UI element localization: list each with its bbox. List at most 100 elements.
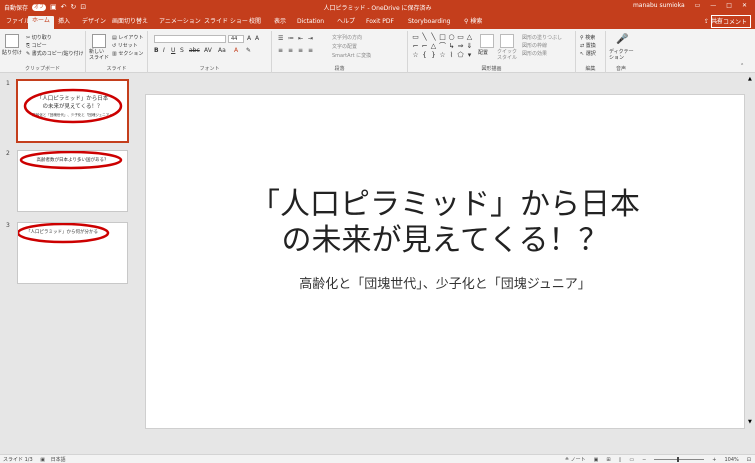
- tab-design[interactable]: デザイン: [78, 17, 110, 29]
- outdent-icon[interactable]: ⇥: [308, 35, 313, 42]
- numbering-icon[interactable]: ≔: [288, 35, 294, 42]
- tab-storyboarding[interactable]: Storyboarding: [404, 17, 454, 29]
- comment-button[interactable]: ▭ コメント: [711, 15, 751, 28]
- shadow-button[interactable]: S: [180, 47, 184, 54]
- slide-title[interactable]: 「人口ピラミッド」から日本 の未来が見えてくる！？: [146, 187, 744, 259]
- clipboard-group: 貼り付け ✂ 切り取り ⎘ コピー ✎ 書式のコピー/貼り付け クリップボード: [0, 31, 86, 73]
- align-right-icon[interactable]: ≡: [298, 47, 303, 54]
- slide-thumbnail-1[interactable]: 「人口ピラミッド」から日本 の未来が見えてくる！？ 高齢化と「団塊世代」、少子化…: [16, 79, 129, 143]
- clipboard-group-label: クリップボード: [24, 66, 60, 72]
- justify-icon[interactable]: ≡: [308, 47, 313, 54]
- tab-transitions[interactable]: 画面切り替え: [108, 17, 152, 29]
- tab-help[interactable]: ヘルプ: [333, 17, 359, 29]
- collapse-ribbon-icon[interactable]: ⌃: [740, 63, 744, 69]
- font-group-label: フォント: [199, 66, 220, 72]
- slide-number: 2: [6, 150, 10, 157]
- slide-subtitle[interactable]: 高齢化と「団塊世代」、少子化と「団塊ジュニア」: [146, 273, 744, 292]
- section-button[interactable]: ▥ セクション: [112, 50, 143, 57]
- scroll-down-icon[interactable]: ▼: [748, 419, 752, 425]
- select-button[interactable]: ↖ 選択: [580, 50, 596, 57]
- tab-search-label: 検索: [470, 18, 483, 25]
- tab-foxit[interactable]: Foxit PDF: [362, 17, 398, 29]
- zoom-in-icon[interactable]: +: [712, 457, 716, 463]
- new-slide-icon[interactable]: [92, 34, 106, 48]
- indent-icon[interactable]: ⇤: [298, 35, 303, 42]
- maximize-icon[interactable]: □: [726, 2, 732, 9]
- zoom-level[interactable]: 104%: [725, 457, 739, 463]
- font-group: 44 A A B I U S abc AV Aa A ✎ フォント: [148, 31, 272, 73]
- bullets-icon[interactable]: ☰: [278, 35, 283, 42]
- shape-effects-button[interactable]: 図形の効果: [522, 50, 547, 57]
- shapes-gallery[interactable]: ▭ ╲ ╲ □ ○ ▭ △ ⌐ ⌐ △ ⌒ ↳ ⇒ ⇓ ☆{} ☆ ⌇ ⬠ ▾: [411, 33, 474, 60]
- shape-outline-button[interactable]: 図形の枠線: [522, 42, 547, 49]
- tab-animations[interactable]: アニメーション: [155, 17, 205, 29]
- tab-home[interactable]: ホーム: [28, 16, 54, 29]
- font-size-box[interactable]: 44: [228, 35, 244, 43]
- align-text-button[interactable]: 文字の配置: [332, 43, 357, 50]
- shape-fill-button[interactable]: 図形の塗りつぶし: [522, 34, 562, 41]
- scroll-up-icon[interactable]: ▲: [748, 76, 752, 82]
- slide-thumbnail-2[interactable]: 高齢者数が日本より多い国がある？: [17, 150, 128, 212]
- strikethrough-button[interactable]: abc: [189, 47, 200, 54]
- zoom-slider[interactable]: [654, 457, 705, 462]
- replace-button[interactable]: ⇄ 置換: [580, 42, 596, 49]
- paste-icon[interactable]: [5, 34, 19, 48]
- find-button[interactable]: ⚲ 検索: [580, 34, 595, 41]
- slideshow-view-icon[interactable]: ▭: [629, 457, 634, 463]
- reset-button[interactable]: ↺ リセット: [112, 42, 138, 49]
- case-icon[interactable]: Aa: [218, 47, 226, 54]
- dictation-button[interactable]: ディクテー ション: [609, 49, 634, 61]
- reset-label: リセット: [117, 43, 138, 49]
- slide-canvas[interactable]: 「人口ピラミッド」から日本 の未来が見えてくる！？ 高齢化と「団塊世代」、少子化…: [145, 94, 745, 429]
- italic-button[interactable]: I: [163, 47, 165, 54]
- vertical-scrollbar[interactable]: ▲ ▼: [747, 74, 755, 454]
- grow-font-icon[interactable]: A: [247, 35, 251, 42]
- underline-button[interactable]: U: [171, 47, 175, 54]
- tab-search[interactable]: ⚲ 検索: [460, 17, 486, 29]
- microphone-icon[interactable]: 🎤: [616, 34, 628, 45]
- zoom-out-icon[interactable]: −: [642, 457, 646, 463]
- slide-thumbnail-3[interactable]: 「人口ピラミッド」から何が分かる: [17, 222, 128, 284]
- bold-button[interactable]: B: [154, 47, 159, 54]
- copy-button[interactable]: ⎘ コピー: [26, 42, 47, 49]
- arrange-icon[interactable]: [480, 34, 494, 48]
- font-color-icon[interactable]: A: [234, 47, 238, 54]
- fit-to-window-icon[interactable]: ⊡: [747, 457, 751, 463]
- ribbon-display-icon[interactable]: ▭: [695, 2, 701, 9]
- tab-dictation[interactable]: Dictation: [293, 17, 328, 29]
- sorter-view-icon[interactable]: ⊞: [606, 457, 610, 463]
- layout-button[interactable]: ▤ レイアウト: [112, 34, 143, 41]
- align-center-icon[interactable]: ≡: [288, 47, 293, 54]
- spacing-icon[interactable]: AV: [204, 47, 212, 54]
- quick-style-button[interactable]: クイック スタイル: [497, 49, 517, 61]
- new-slide-button[interactable]: 新しい スライド: [89, 49, 109, 61]
- clear-format-icon[interactable]: ✎: [246, 47, 251, 54]
- tab-insert[interactable]: 挿入: [54, 17, 74, 29]
- slide-title-line-2: の未来が見えてくる！？: [281, 223, 609, 258]
- quick-style-icon[interactable]: [500, 34, 514, 48]
- font-name-box[interactable]: [154, 35, 226, 43]
- close-icon[interactable]: ✕: [742, 2, 747, 9]
- align-left-icon[interactable]: ≡: [278, 47, 283, 54]
- smartart-button[interactable]: SmartArt に変換: [332, 52, 371, 59]
- editing-group: ⚲ 検索 ⇄ 置換 ↖ 選択 編集: [576, 31, 606, 73]
- user-name[interactable]: manabu sumioka: [633, 2, 685, 9]
- tab-review[interactable]: 校閲: [245, 17, 265, 29]
- reading-view-icon[interactable]: ▯: [619, 457, 622, 463]
- paragraph-group-label: 段落: [334, 66, 345, 72]
- notes-button[interactable]: ≙ ノート: [565, 456, 586, 463]
- cut-button[interactable]: ✂ 切り取り: [26, 34, 52, 41]
- red-annotation-circle: [23, 88, 123, 124]
- status-bar: スライド 1/3 ▣ 日本語 ≙ ノート ▣ ⊞ ▯ ▭ − + 104% ⊡: [0, 454, 755, 463]
- red-annotation-circle: [19, 151, 123, 170]
- spellcheck-icon[interactable]: ▣: [40, 457, 45, 463]
- paste-button[interactable]: 貼り付け: [2, 49, 22, 56]
- arrange-button[interactable]: 配置: [478, 49, 488, 56]
- format-painter-button[interactable]: ✎ 書式のコピー/貼り付け: [26, 50, 83, 57]
- normal-view-icon[interactable]: ▣: [594, 457, 599, 463]
- tab-view[interactable]: 表示: [270, 17, 290, 29]
- text-direction-button[interactable]: 文字列の方向: [332, 34, 362, 41]
- shrink-font-icon[interactable]: A: [255, 35, 259, 42]
- language-label[interactable]: 日本語: [51, 457, 66, 463]
- minimize-icon[interactable]: —: [710, 2, 716, 9]
